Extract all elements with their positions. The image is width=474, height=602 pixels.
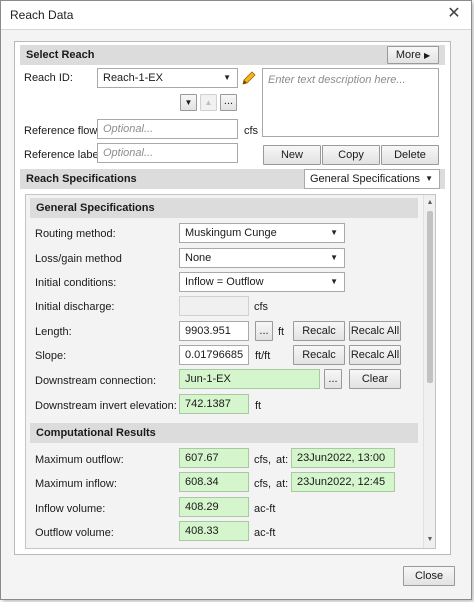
pencil-icon[interactable]: [240, 69, 258, 87]
reference-flow-input[interactable]: Optional...: [97, 119, 238, 139]
close-icon[interactable]: ✕: [445, 5, 463, 23]
outflow-volume-unit: ac-ft: [254, 527, 276, 539]
play-right-icon: ▶: [423, 51, 431, 60]
chevron-down-icon: ▼: [330, 228, 338, 237]
slope-label: Slope:: [35, 350, 67, 362]
outflow-volume-label: Outflow volume:: [35, 527, 114, 539]
slope-unit: ft/ft: [255, 350, 271, 362]
title-bar: Reach Data ✕: [1, 1, 471, 30]
delete-button[interactable]: Delete: [381, 145, 439, 165]
slope-recalc-all-button[interactable]: Recalc All: [349, 345, 401, 365]
clear-button[interactable]: Clear: [349, 369, 401, 389]
length-input[interactable]: 9903.951: [179, 321, 249, 341]
length-label: Length:: [35, 326, 72, 338]
scrollbar-thumb[interactable]: [427, 211, 433, 383]
main-panel: Select Reach More ▶ Reach ID: Reach-1-EX…: [14, 41, 451, 555]
downstream-connection-browse-button[interactable]: ...: [324, 369, 342, 389]
routing-method-label: Routing method:: [35, 228, 116, 240]
loss-gain-select[interactable]: None ▼: [179, 248, 345, 268]
general-specifications-header: General Specifications: [30, 198, 418, 218]
reference-label-input[interactable]: Optional...: [97, 143, 238, 163]
select-reach-header: Select Reach: [20, 45, 445, 65]
reach-id-select[interactable]: Reach-1-EX ▼: [97, 68, 238, 88]
downstream-connection-label: Downstream connection:: [35, 375, 157, 387]
arrow-up-icon: ▲: [204, 98, 213, 107]
more-button-label: More: [395, 49, 421, 61]
new-button[interactable]: New: [263, 145, 321, 165]
initial-discharge-input[interactable]: [179, 296, 249, 316]
chevron-down-icon: ▼: [223, 73, 231, 82]
inflow-volume-value: 408.29: [179, 497, 249, 517]
scroll-up-icon[interactable]: ▲: [424, 197, 435, 209]
initial-conditions-label: Initial conditions:: [35, 277, 117, 289]
reach-data-dialog: Reach Data ✕ Select Reach More ▶ Reach I…: [0, 0, 472, 600]
initial-conditions-value: Inflow = Outflow: [185, 276, 264, 288]
initial-conditions-select[interactable]: Inflow = Outflow ▼: [179, 272, 345, 292]
downstream-invert-unit: ft: [255, 400, 262, 412]
loss-gain-label: Loss/gain method: [35, 253, 122, 265]
chevron-down-icon: ▼: [330, 253, 338, 262]
initial-discharge-label: Initial discharge:: [35, 301, 115, 313]
vertical-scrollbar[interactable]: ▲ ▼: [423, 195, 435, 548]
maximum-inflow-value: 608.34: [179, 472, 249, 492]
maximum-outflow-label: Maximum outflow:: [35, 454, 124, 466]
downstream-invert-label: Downstream invert elevation:: [35, 400, 177, 412]
close-button[interactable]: Close: [403, 566, 455, 586]
reach-list-button[interactable]: ...: [220, 94, 237, 111]
inflow-volume-label: Inflow volume:: [35, 503, 106, 515]
length-recalc-button[interactable]: Recalc: [293, 321, 345, 341]
description-textarea[interactable]: Enter text description here...: [262, 68, 439, 137]
window-title: Reach Data: [10, 8, 74, 22]
downstream-invert-input[interactable]: 742.1387: [179, 394, 249, 414]
arrow-down-icon: ▼: [184, 98, 193, 107]
reference-flow-unit: cfs: [244, 125, 259, 137]
reference-flow-label: Reference flow:: [24, 125, 101, 137]
scroll-down-icon[interactable]: ▼: [424, 534, 435, 546]
maximum-inflow-unit: cfs,: [254, 478, 272, 490]
copy-button[interactable]: Copy: [322, 145, 380, 165]
maximum-outflow-time: 23Jun2022, 13:00: [291, 448, 395, 468]
slope-input[interactable]: 0.01796685: [179, 345, 249, 365]
maximum-inflow-label: Maximum inflow:: [35, 478, 117, 490]
reach-id-value: Reach-1-EX: [103, 72, 163, 84]
length-unit: ft: [278, 326, 285, 338]
reach-id-label: Reach ID:: [24, 72, 73, 84]
computational-results-header: Computational Results: [30, 423, 418, 443]
slope-recalc-button[interactable]: Recalc: [293, 345, 345, 365]
outflow-volume-value: 408.33: [179, 521, 249, 541]
initial-discharge-unit: cfs: [254, 301, 269, 313]
length-recalc-all-button[interactable]: Recalc All: [349, 321, 401, 341]
length-browse-button[interactable]: ...: [255, 321, 273, 341]
specifications-scroll-panel[interactable]: General Specifications Routing method: M…: [25, 194, 436, 549]
next-reach-button[interactable]: ▼: [180, 94, 197, 111]
more-button[interactable]: More ▶: [387, 46, 439, 64]
maximum-outflow-at: at:: [276, 454, 289, 466]
specifications-view-select[interactable]: General Specifications ▼: [304, 169, 440, 189]
specifications-view-value: General Specifications: [310, 173, 421, 185]
maximum-outflow-value: 607.67: [179, 448, 249, 468]
reference-label-label: Reference label:: [24, 149, 105, 161]
maximum-outflow-unit: cfs,: [254, 454, 272, 466]
inflow-volume-unit: ac-ft: [254, 503, 276, 515]
chevron-down-icon: ▼: [330, 277, 338, 286]
loss-gain-value: None: [185, 252, 212, 264]
chevron-down-icon: ▼: [425, 174, 433, 183]
previous-reach-button[interactable]: ▲: [200, 94, 217, 111]
routing-method-select[interactable]: Muskingum Cunge ▼: [179, 223, 345, 243]
downstream-connection-input[interactable]: Jun-1-EX: [179, 369, 320, 389]
maximum-inflow-at: at:: [276, 478, 289, 490]
routing-method-value: Muskingum Cunge: [185, 227, 277, 239]
maximum-inflow-time: 23Jun2022, 12:45: [291, 472, 395, 492]
